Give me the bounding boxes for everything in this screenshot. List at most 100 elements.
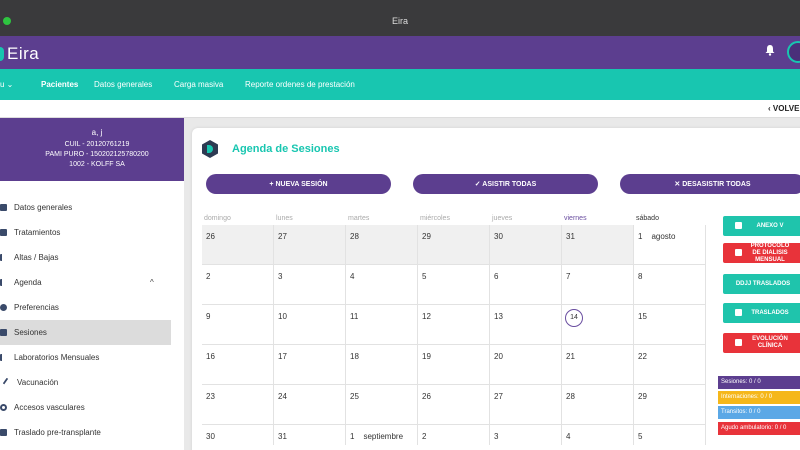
calendar-day-cell[interactable]: 1 septiembre: [346, 425, 418, 445]
sidebar-item-label: Preferencias: [14, 303, 59, 312]
calendar-day-cell[interactable]: 11: [346, 305, 418, 345]
traslados-button[interactable]: TRASLADOS: [723, 303, 800, 323]
sidebar-item-vacunacion[interactable]: Vacunación: [0, 370, 171, 395]
document-icon: [735, 339, 742, 346]
nav-item-pacientes[interactable]: Pacientes: [41, 80, 78, 89]
sidebar-item-preferencias[interactable]: Preferencias: [0, 295, 171, 320]
calendar-day-cell[interactable]: 29: [418, 225, 490, 265]
chevron-up-icon[interactable]: ^: [150, 278, 154, 287]
attend-all-button[interactable]: ✓ ASISTIR TODAS: [413, 174, 598, 194]
calendar-day-cell[interactable]: 30: [490, 225, 562, 265]
calendar-day-cell[interactable]: 28: [346, 225, 418, 265]
protocolo-dialisis-button[interactable]: PROTOCOLO DE DIALISIS MENSUAL: [723, 243, 800, 263]
weekday-header: lunes: [276, 215, 293, 222]
sidebar-item-sesiones[interactable]: Sesiones: [0, 320, 171, 345]
evolucion-clinica-button[interactable]: EVOLUCIÓN CLÍNICA: [723, 333, 800, 353]
sidebar-item-traslado-pretransplante[interactable]: Traslado pre-transplante: [0, 420, 171, 445]
calendar-day-cell[interactable]: 15: [634, 305, 706, 345]
calendar-day-cell[interactable]: 5: [634, 425, 706, 445]
calendar-day-cell[interactable]: 2: [418, 425, 490, 445]
patient-name: a, j: [91, 128, 103, 137]
unattend-all-button[interactable]: ✕ DESASISTIR TODAS: [620, 174, 800, 194]
day-number: 18: [350, 352, 359, 361]
sidebar-item-accesos-vasculares[interactable]: Accesos vasculares: [0, 395, 171, 420]
calendar-day-cell[interactable]: 6: [490, 265, 562, 305]
sidebar-item-laboratorios[interactable]: Laboratorios Mensuales: [0, 345, 171, 370]
calendar-day-cell[interactable]: 20: [490, 345, 562, 385]
sidebar-item-agenda[interactable]: Agenda ^: [0, 270, 171, 295]
day-number: 28: [566, 392, 575, 401]
calendar-day-cell[interactable]: 18: [346, 345, 418, 385]
sidebar-item-altas-bajas[interactable]: Altas / Bajas: [0, 245, 171, 270]
calendar-day-cell[interactable]: 12: [418, 305, 490, 345]
calendar-day-cell[interactable]: 1 agosto: [634, 225, 706, 265]
legend-item: Transitos: 0 / 0: [718, 406, 800, 419]
day-number: 31: [566, 232, 575, 241]
patient-center: 1002 - KOLFF SA: [69, 161, 125, 168]
calendar-day-cell[interactable]: 10: [274, 305, 346, 345]
calendar-day-cell[interactable]: 19: [418, 345, 490, 385]
calendar-day-cell[interactable]: 30: [202, 425, 274, 445]
bell-icon[interactable]: [764, 44, 776, 56]
day-number: 26: [422, 392, 431, 401]
calendar-day-cell[interactable]: 24: [274, 385, 346, 425]
day-number: 20: [494, 352, 503, 361]
calendar-day-cell[interactable]: 4: [346, 265, 418, 305]
nav-item-carga-masiva[interactable]: Carga masiva: [174, 80, 223, 89]
app-logo[interactable]: Eira: [0, 44, 39, 64]
day-number: 23: [206, 392, 215, 401]
day-number: 3: [278, 272, 283, 281]
day-number: 25: [350, 392, 359, 401]
agenda-header: Agenda de Sesiones: [202, 140, 340, 158]
calendar-day-cell[interactable]: 26: [202, 225, 274, 265]
calendar-day-cell[interactable]: 3: [274, 265, 346, 305]
new-session-button[interactable]: + NUEVA SESIÓN: [206, 174, 391, 194]
weekday-header: viernes: [564, 215, 587, 222]
gear-icon: [0, 304, 7, 311]
calendar-day-cell[interactable]: 31: [274, 425, 346, 445]
back-button[interactable]: ‹ VOLVE: [768, 104, 799, 113]
calendar-day-cell[interactable]: 28: [562, 385, 634, 425]
sidebar-item-label: Laboratorios Mensuales: [14, 353, 100, 362]
calendar-day-cell[interactable]: 5: [418, 265, 490, 305]
day-number: 3: [494, 432, 499, 441]
calendar-day-cell[interactable]: 31: [562, 225, 634, 265]
sidebar-item-tratamientos[interactable]: Tratamientos: [0, 220, 171, 245]
calendar-day-cell[interactable]: 4: [562, 425, 634, 445]
calendar-day-cell[interactable]: 25: [346, 385, 418, 425]
calendar-day-cell[interactable]: 27: [490, 385, 562, 425]
ddjj-traslados-button[interactable]: DDJJ TRASLADOS: [723, 274, 800, 294]
calendar-day-cell[interactable]: 16: [202, 345, 274, 385]
anexo-v-button[interactable]: ANEXO V: [723, 216, 800, 236]
day-number: 24: [278, 392, 287, 401]
window-title: Eira: [391, 16, 408, 26]
day-number: 22: [638, 352, 647, 361]
nav-item-reporte-ordenes[interactable]: Reporte ordenes de prestación: [245, 80, 355, 89]
calendar-day-cell[interactable]: 9: [202, 305, 274, 345]
sidebar-item-datos-generales[interactable]: Datos generales: [0, 195, 171, 220]
calendar-day-cell[interactable]: 14: [562, 305, 634, 345]
nav-item-menu[interactable]: u ⌄: [0, 80, 13, 89]
calendar-day-cell[interactable]: 2: [202, 265, 274, 305]
calendar-day-cell[interactable]: 29: [634, 385, 706, 425]
day-number: 12: [422, 312, 431, 321]
calendar-day-cell[interactable]: 7: [562, 265, 634, 305]
legend-item: Internaciones: 0 / 0: [718, 391, 800, 404]
day-number: 27: [278, 232, 287, 241]
weekday-header: jueves: [492, 215, 513, 222]
calendar-day-cell[interactable]: 17: [274, 345, 346, 385]
calendar-day-cell[interactable]: 8: [634, 265, 706, 305]
weekday-header: martes: [348, 215, 370, 222]
calendar-day-cell[interactable]: 22: [634, 345, 706, 385]
day-number: 5: [422, 272, 427, 281]
calendar-day-cell[interactable]: 3: [490, 425, 562, 445]
transfer-icon: [0, 429, 7, 436]
calendar-day-cell[interactable]: 21: [562, 345, 634, 385]
calendar-day-cell[interactable]: 23: [202, 385, 274, 425]
calendar-day-cell[interactable]: 26: [418, 385, 490, 425]
nav-item-datos-generales[interactable]: Datos generales: [94, 80, 152, 89]
clipboard-icon: [0, 329, 7, 336]
calendar-day-cell[interactable]: 13: [490, 305, 562, 345]
calendar-day-cell[interactable]: 27: [274, 225, 346, 265]
sidebar: Datos generales Tratamientos Altas / Baj…: [0, 181, 184, 450]
